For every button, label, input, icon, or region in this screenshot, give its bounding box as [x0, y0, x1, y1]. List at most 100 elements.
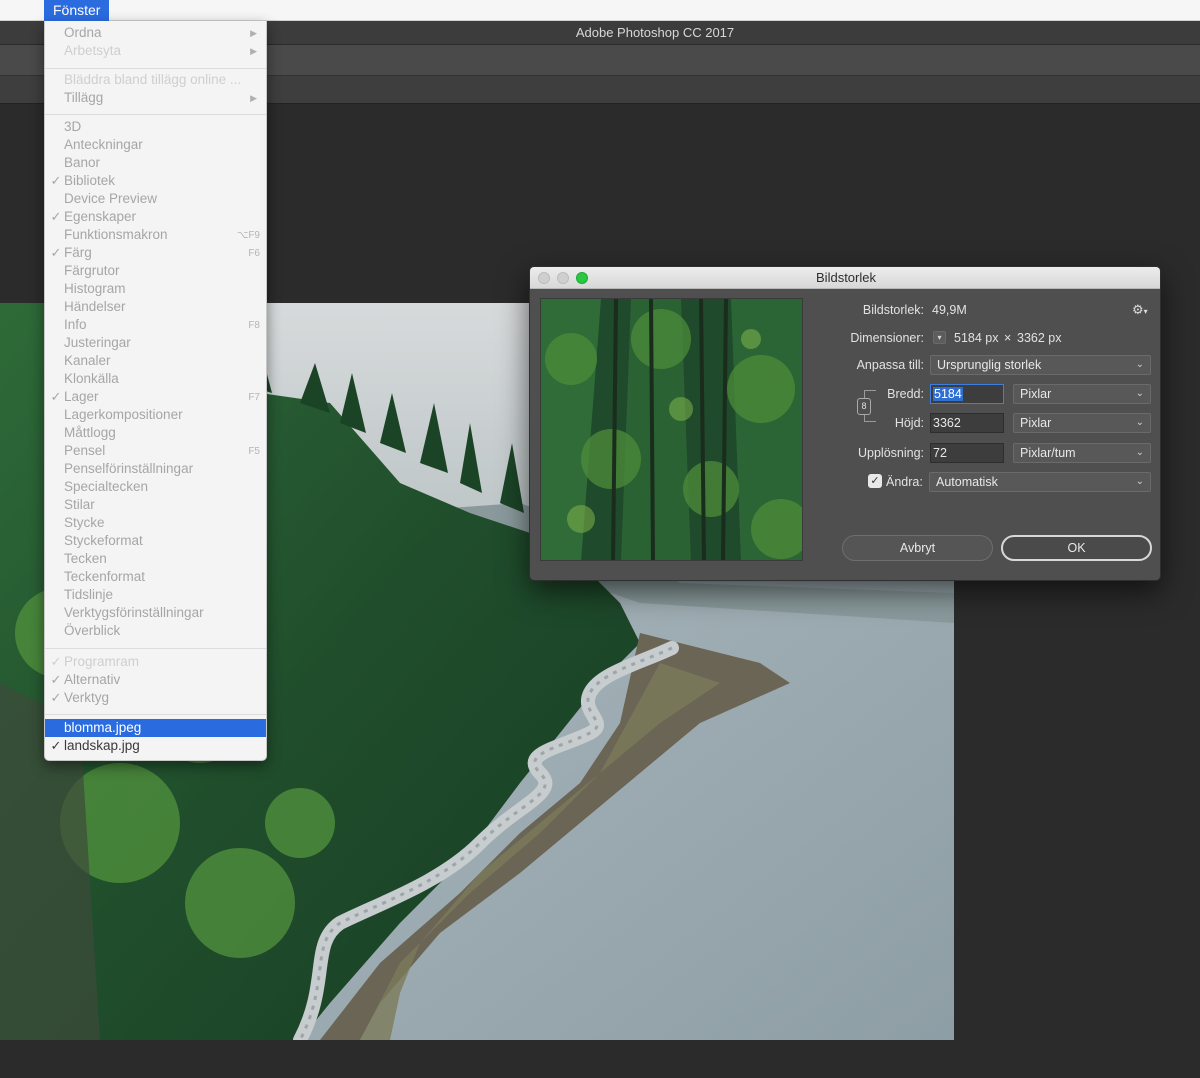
menu-item-label: Programram [64, 654, 140, 669]
menu-item-label: Tillägg [64, 90, 104, 105]
menu-fonster[interactable]: Fönster [44, 0, 110, 21]
menu-item-label: Klonkälla [64, 371, 119, 386]
triangle-right-icon: ▶ [250, 28, 257, 38]
menu-item-label: Verktygsförinställningar [64, 605, 204, 620]
menu-item-lager[interactable]: ✓ Lager F7 [45, 388, 266, 406]
menu-item-verktygsförinställningar[interactable]: Verktygsförinställningar [45, 604, 266, 622]
menu-item-programram: ✓ Programram [45, 653, 266, 671]
resolution-input[interactable]: 72 [930, 443, 1004, 463]
checkmark-icon: ✓ [50, 654, 62, 669]
menu-shortcut: ⌥F9 [236, 230, 260, 241]
fit-to-value: Ursprunglig storlek [937, 358, 1042, 372]
menu-item-label: Stycke [64, 515, 105, 530]
menu-item-styckeformat[interactable]: Styckeformat [45, 532, 266, 550]
menu-item-färgrutor[interactable]: Färgrutor [45, 262, 266, 280]
menu-item-banor[interactable]: Banor [45, 154, 266, 172]
menu-item-label: Histogram [64, 281, 126, 296]
gear-icon[interactable]: ⚙▾ [1132, 300, 1148, 322]
menu-item-label: Överblick [64, 623, 121, 638]
menu-item-tecken[interactable]: Tecken [45, 550, 266, 568]
menu-item-stilar[interactable]: Stilar [45, 496, 266, 514]
menu-item-label: Egenskaper [64, 209, 137, 224]
mac-menu-bar: Fönster [0, 0, 1200, 21]
menu-item-funktionsmakron[interactable]: Funktionsmakron ⌥F9 [45, 226, 266, 244]
ok-button[interactable]: OK [1001, 535, 1152, 561]
menu-item-landskap-jpg[interactable]: ✓ landskap.jpg [45, 737, 266, 755]
checkmark-icon: ✓ [50, 245, 62, 260]
resolution-unit-select[interactable]: Pixlar/tum ⌄ [1013, 443, 1151, 463]
menu-item-anteckningar[interactable]: Anteckningar [45, 136, 266, 154]
menu-item-verktyg[interactable]: ✓ Verktyg [45, 689, 266, 707]
chevron-down-icon: ⌄ [1135, 359, 1144, 370]
menu-item-label: Device Preview [64, 191, 158, 206]
menu-item-label: Tecken [64, 551, 107, 566]
menu-item-label: Bibliotek [64, 173, 116, 188]
menu-item-måttlogg[interactable]: Måttlogg [45, 424, 266, 442]
menu-item-label: blomma.jpeg [64, 720, 142, 735]
menu-item-arbetsyta: Arbetsyta ▶ [45, 42, 266, 60]
menu-item-teckenformat[interactable]: Teckenformat [45, 568, 266, 586]
dialog-title: Bildstorlek [816, 270, 876, 285]
menu-item-händelser[interactable]: Händelser [45, 298, 266, 316]
menu-item-egenskaper[interactable]: ✓ Egenskaper [45, 208, 266, 226]
menu-item-klonkälla[interactable]: Klonkälla [45, 370, 266, 388]
checkmark-icon: ✓ [50, 690, 62, 705]
menu-item-label: Styckeformat [64, 533, 143, 548]
height-unit-select[interactable]: Pixlar ⌄ [1013, 413, 1151, 433]
resolution-value: 72 [933, 446, 947, 460]
menu-item-info[interactable]: Info F8 [45, 316, 266, 334]
menu-item-alternativ[interactable]: ✓ Alternativ [45, 671, 266, 689]
menu-item-kanaler[interactable]: Kanaler [45, 352, 266, 370]
menu-item-ordna[interactable]: Ordna ▶ [45, 24, 266, 42]
resolution-label: Upplösning: [857, 446, 924, 460]
resample-select[interactable]: Automatisk ⌄ [929, 472, 1151, 492]
width-unit-value: Pixlar [1020, 387, 1052, 401]
menu-separator [45, 714, 266, 715]
resample-checkbox[interactable]: ✓ [868, 474, 882, 488]
window-menu-dropdown: Ordna ▶ Arbetsyta ▶ Bläddra bland tillägg on… [44, 21, 267, 761]
menu-item-label: Specialtecken [64, 479, 149, 494]
chain-link-icon[interactable]: 8 [857, 398, 871, 415]
menu-item-justeringar[interactable]: Justeringar [45, 334, 266, 352]
triangle-right-icon: ▶ [250, 46, 257, 56]
menu-item-label: Färgrutor [64, 263, 120, 278]
resample-label: Ändra: [886, 475, 923, 489]
menu-item-stycke[interactable]: Stycke [45, 514, 266, 532]
menu-item-label: Verktyg [64, 690, 110, 705]
menu-item-device-preview[interactable]: Device Preview [45, 190, 266, 208]
fit-to-label: Anpassa till: [856, 358, 924, 372]
menu-item-label: 3D [64, 119, 82, 134]
height-label: Höjd: [894, 416, 924, 430]
menu-separator [45, 648, 266, 649]
menu-item-label: Lager [64, 389, 99, 404]
menu-item-blomma-jpeg[interactable]: blomma.jpeg [45, 719, 266, 737]
checkmark-icon: ✓ [50, 173, 62, 188]
menu-item-histogram[interactable]: Histogram [45, 280, 266, 298]
menu-item-lagerkompositioner[interactable]: Lagerkompositioner [45, 406, 266, 424]
menu-item-label: Tidslinje [64, 587, 114, 602]
chevron-down-icon[interactable]: ▾ [933, 331, 946, 344]
menu-item-label: Arbetsyta [64, 43, 122, 58]
image-preview[interactable] [540, 298, 803, 561]
menu-item-tillägg[interactable]: Tillägg ▶ [45, 89, 266, 107]
menu-item-3d[interactable]: 3D [45, 118, 266, 136]
checkmark-icon: ✓ [50, 672, 62, 687]
menu-item-pensel[interactable]: Pensel F5 [45, 442, 266, 460]
height-input[interactable]: 3362 [930, 413, 1004, 433]
menu-item-bibliotek[interactable]: ✓ Bibliotek [45, 172, 266, 190]
checkmark-icon: ✓ [50, 738, 62, 753]
fit-to-select[interactable]: Ursprunglig storlek ⌄ [930, 355, 1151, 375]
cancel-button[interactable]: Avbryt [842, 535, 993, 561]
menu-item-penselförinställningar[interactable]: Penselförinställningar [45, 460, 266, 478]
chevron-down-icon: ⌄ [1135, 417, 1144, 428]
dialog-title-bar[interactable]: Bildstorlek [530, 267, 1160, 289]
menu-item-specialtecken[interactable]: Specialtecken [45, 478, 266, 496]
width-unit-select[interactable]: Pixlar ⌄ [1013, 384, 1151, 404]
width-input[interactable]: 5184 [930, 384, 1004, 404]
menu-item-färg[interactable]: ✓ Färg F6 [45, 244, 266, 262]
menu-item-label: Pensel [64, 443, 106, 458]
menu-item-tidslinje[interactable]: Tidslinje [45, 586, 266, 604]
width-value: 5184 [933, 387, 963, 401]
menu-item-överblick[interactable]: Överblick [45, 622, 266, 640]
menu-separator [45, 68, 266, 69]
